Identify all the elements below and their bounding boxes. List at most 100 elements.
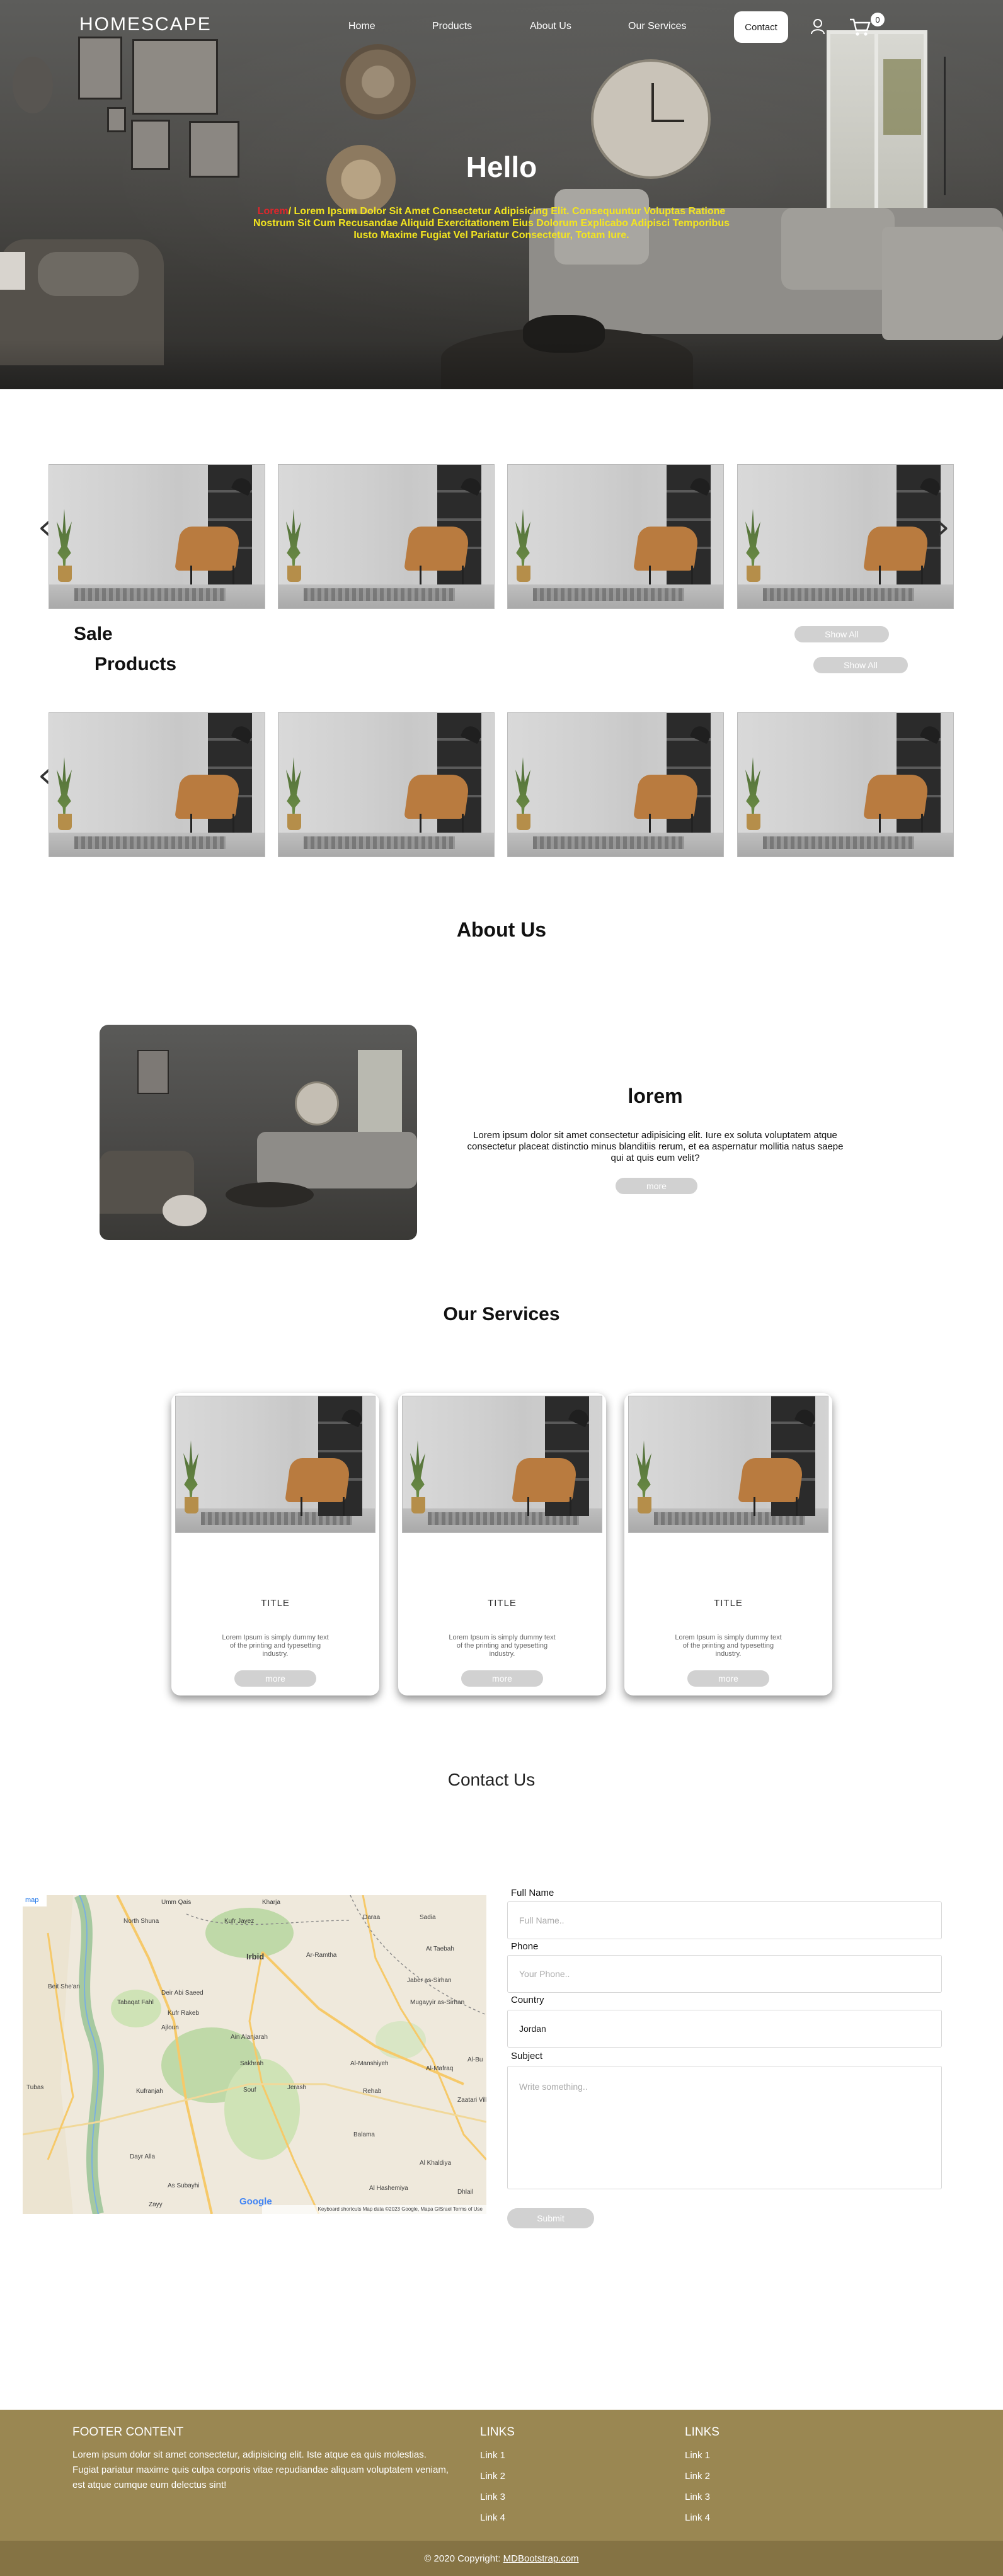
armchair <box>512 1458 578 1502</box>
wall-art-frame <box>137 1050 169 1094</box>
product-card[interactable] <box>507 712 724 857</box>
wall-clock <box>295 1081 339 1126</box>
product-card[interactable] <box>49 712 265 857</box>
map-place-label: Al-Bu <box>467 2056 483 2063</box>
service-title: TITLE <box>488 1598 517 1609</box>
map-place-label: Sakhrah <box>240 2060 264 2067</box>
map-place-label: Jaber as-Sirhan <box>407 1977 452 1984</box>
map-place-label: Kharja <box>262 1899 280 1906</box>
chair-legs <box>190 566 234 584</box>
map-place-label: Dhlail <box>457 2189 474 2196</box>
service-card: TITLE Lorem Ipsum is simply dummy text of… <box>171 1393 379 1695</box>
product-card[interactable] <box>49 464 265 609</box>
map-place-label: Tubas <box>26 2084 44 2091</box>
plant-pot <box>58 814 72 830</box>
footer-link[interactable]: Link 3 <box>480 2492 505 2502</box>
map-place-label: As Subayhi <box>168 2182 200 2189</box>
cart-icon[interactable] <box>849 18 871 37</box>
plant-pot <box>517 814 530 830</box>
map-attribution[interactable]: Keyboard shortcuts Map data ©2023 Google… <box>262 2205 486 2214</box>
service-more-button[interactable]: more <box>234 1670 316 1687</box>
map-canvas[interactable] <box>23 1895 486 2214</box>
armchair <box>285 1458 352 1502</box>
product-card[interactable] <box>278 464 495 609</box>
product-card[interactable] <box>737 712 954 857</box>
armchair <box>863 527 930 571</box>
footer-link[interactable]: Link 4 <box>480 2512 505 2523</box>
armchair <box>633 527 700 571</box>
chair-legs <box>649 566 693 584</box>
nav-products[interactable]: Products <box>432 21 472 32</box>
submit-button[interactable]: Submit <box>507 2208 594 2228</box>
map-place-label: Kufr Jayez <box>224 1918 255 1925</box>
footer-link[interactable]: Link 1 <box>685 2450 710 2461</box>
about-image <box>100 1025 417 1240</box>
map-corner-label[interactable]: map <box>25 1896 38 1904</box>
map-place-label: Al-Manshiyeh <box>350 2060 389 2067</box>
armchair <box>404 775 471 819</box>
service-more-button[interactable]: more <box>461 1670 543 1687</box>
map-place-label: Al Hashemiya <box>369 2185 408 2192</box>
plant-pot <box>638 1497 651 1513</box>
service-card: TITLE Lorem Ipsum is simply dummy text of… <box>624 1393 832 1695</box>
nav-about-us[interactable]: About Us <box>530 21 571 32</box>
copyright-link[interactable]: MDBootstrap.com <box>503 2553 579 2564</box>
chair-legs <box>420 814 464 833</box>
phone-input[interactable]: Your Phone.. <box>507 1955 942 1993</box>
clock-hand <box>651 120 684 122</box>
hero-paragraph: / Lorem Ipsum Dolor Sit Amet Consectetur… <box>253 206 730 241</box>
product-card[interactable] <box>737 464 954 609</box>
armchair <box>175 527 241 571</box>
footer-content-text: Lorem ipsum dolor sit amet consectetur, … <box>72 2449 449 2490</box>
plant-pot <box>185 1497 198 1513</box>
map-place-label: Ajloun <box>161 2024 179 2031</box>
footer-link[interactable]: Link 1 <box>480 2450 505 2461</box>
map-place-label: Deir Abi Saeed <box>161 1990 203 1997</box>
country-select[interactable]: Jordan <box>507 2010 942 2048</box>
nav-home[interactable]: Home <box>348 21 375 32</box>
mug <box>0 252 25 290</box>
map-place-label: At Taebah <box>426 1946 454 1952</box>
map-embed[interactable]: map Umm Qais Kharja Kufr Jayez North Shuna I… <box>23 1895 486 2214</box>
rug <box>304 588 455 601</box>
footer-links-title: LINKS <box>685 2425 719 2439</box>
armchair <box>738 1458 805 1502</box>
map-place-label: Umm Qais <box>161 1899 192 1906</box>
product-card[interactable] <box>278 712 495 857</box>
user-icon[interactable] <box>810 18 825 35</box>
rug <box>74 588 226 601</box>
our-services-title: Our Services <box>443 1304 560 1325</box>
show-all-button[interactable]: Show All <box>813 657 908 673</box>
contact-button[interactable]: Contact <box>734 11 788 43</box>
full-name-input[interactable]: Full Name.. <box>507 1901 942 1939</box>
nav-our-services[interactable]: Our Services <box>628 21 686 32</box>
subject-textarea[interactable]: Write something.. <box>507 2066 942 2189</box>
subject-label: Subject <box>511 2051 543 2061</box>
show-all-button[interactable]: Show All <box>794 626 889 642</box>
rug <box>763 588 914 601</box>
footer-link[interactable]: Link 2 <box>480 2471 505 2482</box>
service-text: Lorem Ipsum is simply dummy text of the … <box>222 1634 329 1658</box>
full-name-label: Full Name <box>511 1888 554 1898</box>
about-more-button[interactable]: more <box>616 1178 697 1194</box>
sale-label: Sale <box>74 624 113 644</box>
chair-legs <box>879 814 923 833</box>
footer-link[interactable]: Link 2 <box>685 2471 710 2482</box>
footer-copyright-bar: © 2020 Copyright: MDBootstrap.com <box>0 2541 1003 2576</box>
cart-count-badge: 0 <box>871 13 885 26</box>
product-card[interactable] <box>507 464 724 609</box>
brand-logo[interactable]: HOMESCAPE <box>79 14 212 35</box>
map-place-label: Mugayyir as-Sirhan <box>410 1999 465 2006</box>
map-place-label: Dayr Alla <box>130 2153 156 2160</box>
footer-link[interactable]: Link 3 <box>685 2492 710 2502</box>
hero-section: HOMESCAPE Home Products About Us Our Ser… <box>0 0 1003 389</box>
service-image <box>175 1396 375 1533</box>
floor-shadow <box>0 340 1003 389</box>
about-us-title: About Us <box>456 918 547 941</box>
service-more-button[interactable]: more <box>687 1670 769 1687</box>
map-place-label: Tabaqat Fahl <box>117 1999 154 2006</box>
cushion <box>781 208 895 290</box>
map-place-label: Balama <box>353 2131 375 2138</box>
footer-link[interactable]: Link 4 <box>685 2512 710 2523</box>
armchair <box>863 775 930 819</box>
